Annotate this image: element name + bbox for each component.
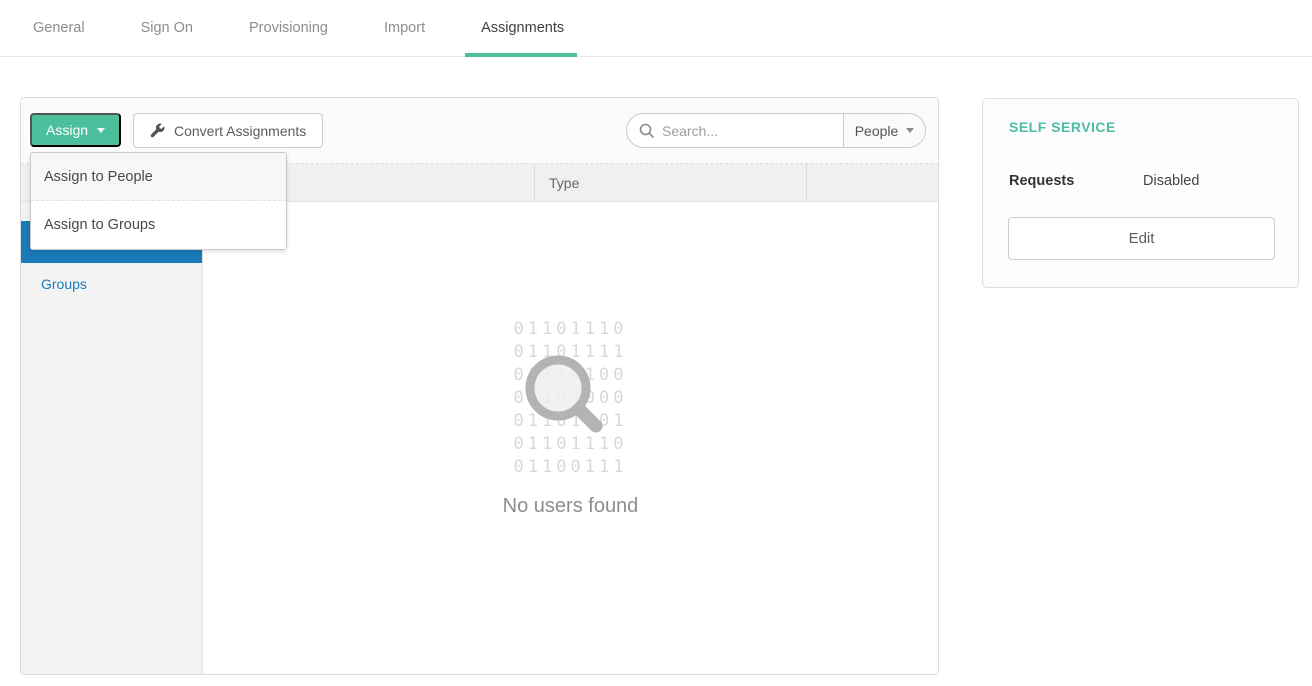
tab-import[interactable]: Import	[384, 0, 425, 56]
sidebar-item-groups[interactable]: Groups	[21, 263, 202, 305]
requests-label: Requests	[1009, 173, 1074, 189]
menu-item-assign-to-people[interactable]: Assign to People	[31, 153, 286, 201]
magnifier-icon	[521, 351, 611, 446]
self-service-title: SELF SERVICE	[1009, 119, 1116, 135]
filters-sidebar: People Groups	[21, 202, 203, 675]
edit-button[interactable]: Edit	[1008, 217, 1275, 260]
binary-row: 01100111	[203, 456, 938, 479]
empty-state: 01101110 01101111 01110100 01101000 0110…	[203, 318, 938, 518]
app-tab-bar: General Sign On Provisioning Import Assi…	[0, 0, 1312, 57]
assign-dropdown-menu: Assign to People Assign to Groups	[30, 152, 287, 250]
convert-assignments-button[interactable]: Convert Assignments	[133, 113, 323, 148]
binary-row: 01101110	[203, 318, 938, 341]
assign-button[interactable]: Assign	[30, 113, 121, 147]
search-box	[627, 114, 843, 147]
convert-assignments-label: Convert Assignments	[174, 123, 306, 139]
column-divider	[806, 164, 807, 201]
search-input[interactable]	[662, 123, 843, 139]
menu-item-assign-to-groups[interactable]: Assign to Groups	[31, 201, 286, 249]
column-header-type: Type	[549, 164, 579, 202]
tab-assignments[interactable]: Assignments	[481, 0, 564, 56]
wrench-icon	[150, 123, 165, 138]
requests-status-value: Disabled	[1143, 173, 1199, 189]
search-scope-dropdown[interactable]: People	[843, 114, 925, 147]
caret-down-icon	[906, 128, 914, 133]
search-icon	[639, 123, 654, 138]
tab-provisioning[interactable]: Provisioning	[249, 0, 328, 56]
empty-state-message: No users found	[203, 495, 938, 518]
caret-down-icon	[97, 128, 105, 133]
assignments-body: People Groups 01101110 01101111 01110100…	[21, 202, 938, 675]
column-divider	[534, 164, 535, 201]
tab-sign-on[interactable]: Sign On	[141, 0, 193, 56]
self-service-panel: SELF SERVICE Requests Disabled Edit	[982, 98, 1299, 288]
tab-general[interactable]: General	[33, 0, 85, 56]
search-group: People	[626, 113, 926, 148]
search-scope-label: People	[855, 123, 899, 139]
assign-button-label: Assign	[46, 122, 88, 138]
assignments-table-area: 01101110 01101111 01110100 01101000 0110…	[203, 202, 938, 675]
